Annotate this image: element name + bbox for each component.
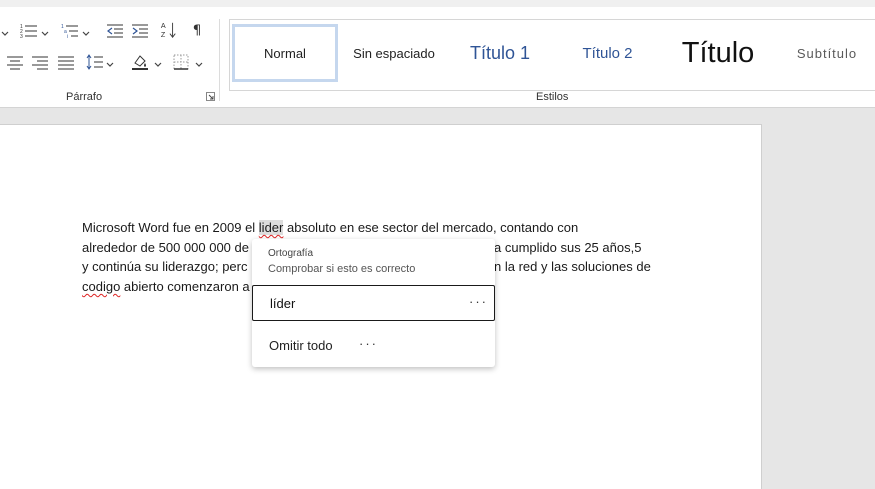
chevron-down-icon[interactable] [81, 24, 91, 42]
decrease-indent-icon[interactable] [106, 22, 124, 40]
paragraph-group-label: Párrafo [66, 91, 103, 103]
style-normal[interactable]: Normal [232, 24, 338, 82]
text-run: Microsoft Word fue en 2009 el [82, 220, 259, 235]
document-line-3[interactable]: y continúa su liderazgo; perc [82, 259, 247, 274]
borders-icon[interactable] [172, 53, 190, 71]
svg-text:Z: Z [161, 30, 166, 39]
document-line-1[interactable]: Microsoft Word fue en 2009 el lider abso… [82, 220, 578, 235]
svg-text:i: i [67, 34, 68, 40]
ignore-all-button[interactable]: Omitir todo [269, 338, 333, 353]
pilcrow-icon[interactable]: ¶ [190, 21, 208, 39]
document-line-4[interactable]: codigo abierto comenzaron a [82, 279, 250, 294]
text-run: a cumplido sus 25 años,5 [494, 240, 642, 255]
styles-group-label: Estilos [536, 91, 569, 103]
multilevel-list-icon[interactable]: 1 a i [61, 22, 79, 40]
style-heading-1[interactable]: Título 1 [450, 24, 550, 82]
style-title[interactable]: Título [662, 24, 774, 82]
style-heading-2[interactable]: Título 2 [555, 24, 660, 82]
popup-category: Ortografía [268, 248, 314, 259]
document-line-3-tail[interactable]: n la red y las soluciones de [494, 259, 651, 274]
svg-text:3: 3 [20, 34, 23, 40]
chevron-down-icon[interactable] [0, 24, 10, 42]
numbered-list-icon[interactable]: 1 2 3 [20, 22, 38, 40]
suggestion-label: líder [270, 296, 296, 311]
spelling-suggestions-popup: Ortografía Comprobar si esto es correcto… [252, 239, 495, 367]
chevron-down-icon[interactable] [153, 55, 163, 73]
suggestion-item[interactable]: líder ··· [252, 285, 495, 321]
document-line-2[interactable]: alrededor de 500 000 000 de [82, 240, 249, 255]
text-run: abierto comenzaron a [120, 279, 250, 294]
dialog-launcher-icon[interactable] [206, 92, 215, 101]
text-run: y continúa su liderazgo; perc [82, 259, 248, 274]
align-right-icon[interactable] [31, 54, 49, 72]
popup-hint: Comprobar si esto es correcto [268, 263, 416, 275]
title-strip [0, 0, 875, 7]
chevron-down-icon[interactable] [194, 55, 204, 73]
misspelled-word[interactable]: lider [258, 220, 284, 235]
ribbon: 1 2 3 1 a i A Z ¶ Párrafo Normal Sin esp… [0, 7, 875, 108]
text-run: absoluto en ese sector del mercado, cont… [283, 220, 579, 235]
justify-icon[interactable] [57, 54, 75, 72]
chevron-down-icon[interactable] [105, 55, 115, 73]
line-spacing-icon[interactable] [86, 53, 104, 71]
chevron-down-icon[interactable] [40, 24, 50, 42]
misspelled-word[interactable]: codigo [82, 279, 120, 294]
text-run: alrededor de 500 000 000 de [82, 240, 249, 255]
more-options-icon[interactable]: ··· [469, 294, 488, 309]
style-no-spacing[interactable]: Sin espaciado [342, 24, 446, 82]
sort-icon[interactable]: A Z [160, 21, 178, 39]
shading-icon[interactable] [131, 53, 149, 71]
styles-gallery: Normal Sin espaciado Título 1 Título 2 T… [229, 19, 875, 91]
style-subtitle[interactable]: Subtítulo [778, 24, 875, 82]
increase-indent-icon[interactable] [131, 22, 149, 40]
document-line-2-tail[interactable]: a cumplido sus 25 años,5 [494, 240, 641, 255]
svg-text:¶: ¶ [193, 23, 202, 39]
group-separator [219, 19, 220, 101]
svg-text:A: A [161, 21, 166, 30]
align-center-icon[interactable] [6, 54, 24, 72]
text-run: n la red y las soluciones de [494, 259, 651, 274]
more-options-icon[interactable]: ··· [359, 336, 378, 351]
